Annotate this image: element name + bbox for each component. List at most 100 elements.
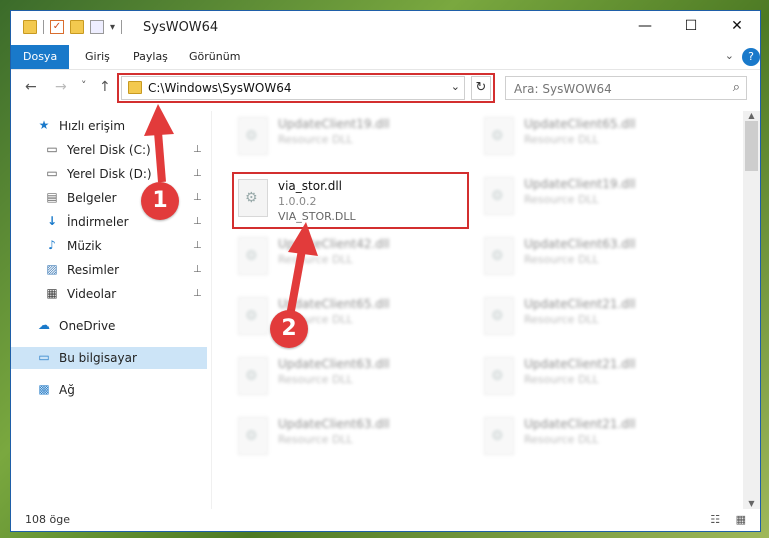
sidebar-item-onedrive[interactable]: ☁ OneDrive: [11, 315, 207, 337]
file-description: Resource DLL: [278, 373, 353, 386]
maximize-button[interactable]: ☐: [668, 11, 714, 41]
sidebar-item-label: Yerel Disk (D:): [67, 167, 152, 181]
minimize-button[interactable]: —: [622, 11, 668, 41]
ribbon: Dosya Giriş Paylaş Görünüm ⌄ ?: [11, 45, 760, 70]
forward-button[interactable]: →: [55, 79, 67, 95]
file-tile[interactable]: UpdateClient21.dll Resource DLL: [478, 411, 708, 461]
sidebar-item-this-pc[interactable]: ▭ Bu bilgisayar: [11, 347, 207, 369]
callout-badge-1: 1: [141, 182, 179, 220]
file-tile[interactable]: UpdateClient63.dll Resource DLL: [232, 411, 462, 461]
file-name: UpdateClient63.dll: [278, 357, 390, 371]
toolbar-separator: [43, 20, 44, 34]
tab-giris[interactable]: Giriş: [73, 45, 122, 69]
tab-paylas[interactable]: Paylaş: [121, 45, 180, 69]
sidebar-item-disk-c[interactable]: ▭ Yerel Disk (C:) ⊥: [11, 139, 207, 161]
pin-icon: ⊥: [193, 192, 202, 203]
dll-file-icon: [484, 117, 514, 155]
scrollbar-thumb[interactable]: [745, 121, 758, 171]
recent-locations-button[interactable]: ˅: [81, 79, 87, 92]
pin-icon: ⊥: [193, 264, 202, 275]
file-description: Resource DLL: [524, 133, 599, 146]
callout-badge-2: 2: [270, 310, 308, 348]
sidebar-item-label: Hızlı erişim: [59, 119, 126, 133]
sidebar-item-label: OneDrive: [59, 319, 116, 333]
file-name: UpdateClient21.dll: [524, 357, 636, 371]
dll-file-icon: [484, 177, 514, 215]
back-button[interactable]: ←: [25, 79, 37, 95]
dll-file-icon: [238, 237, 268, 275]
title-bar: ✓ ▾ SysWOW64 — ☐ ✕: [11, 11, 760, 45]
cloud-icon: ☁: [38, 318, 50, 332]
properties-icon[interactable]: ✓: [50, 20, 64, 34]
file-description: Resource DLL: [524, 313, 599, 326]
pin-icon: ⊥: [193, 288, 202, 299]
file-name: UpdateClient63.dll: [524, 237, 636, 251]
dll-file-icon: [238, 357, 268, 395]
selected-file-highlight-box: [232, 172, 469, 229]
sidebar-item-disk-d[interactable]: ▭ Yerel Disk (D:) ⊥: [11, 163, 207, 185]
item-count: 108 öge: [25, 513, 70, 526]
sidebar-item-pictures[interactable]: ▨ Resimler ⊥: [11, 259, 207, 281]
help-icon[interactable]: ?: [742, 48, 760, 66]
video-icon: ▦: [46, 286, 58, 300]
window-title: SysWOW64: [143, 20, 219, 35]
file-tile[interactable]: UpdateClient19.dll Resource DLL: [478, 171, 708, 221]
status-bar: 108 öge ☷ ▦: [11, 509, 760, 531]
navigation-bar: ← → ˅ ↑ C:\Windows\SysWOW64 ⌄ ↻ ⌕: [11, 71, 760, 105]
search-input[interactable]: [512, 78, 726, 100]
vertical-scrollbar[interactable]: ▲ ▼: [743, 111, 760, 509]
pin-icon: ⊥: [193, 216, 202, 227]
pin-icon: ⊥: [193, 168, 202, 179]
close-button[interactable]: ✕: [714, 11, 760, 41]
dll-file-icon: [238, 417, 268, 455]
file-tile[interactable]: UpdateClient65.dll Resource DLL: [478, 111, 708, 161]
file-tile[interactable]: UpdateClient65.dll Resource DLL: [232, 291, 462, 341]
search-box[interactable]: ⌕: [505, 76, 747, 100]
scroll-down-icon[interactable]: ▼: [743, 499, 760, 509]
view-toggle-icons[interactable]: ☷ ▦: [710, 513, 752, 526]
scroll-up-icon[interactable]: ▲: [743, 111, 760, 121]
tab-gorunum[interactable]: Görünüm: [177, 45, 252, 69]
sidebar-item-label: Bu bilgisayar: [59, 351, 137, 365]
drive-icon: ▭: [46, 166, 58, 180]
file-description: Resource DLL: [278, 253, 353, 266]
qat-dropdown-icon[interactable]: ▾: [110, 22, 115, 33]
file-description: Resource DLL: [278, 433, 353, 446]
dll-file-icon: [484, 357, 514, 395]
dll-file-icon: [238, 297, 268, 335]
star-icon: ★: [38, 118, 50, 132]
sidebar-item-videos[interactable]: ▦ Videolar ⊥: [11, 283, 207, 305]
sidebar-item-label: Ağ: [59, 383, 75, 397]
expand-ribbon-icon[interactable]: ⌄: [725, 49, 734, 62]
file-description: Resource DLL: [278, 133, 353, 146]
pictures-icon: ▨: [46, 262, 58, 276]
customize-icon[interactable]: [90, 20, 104, 34]
up-button[interactable]: ↑: [99, 79, 111, 95]
sidebar-item-network[interactable]: ▩ Ağ: [11, 379, 207, 401]
file-tile[interactable]: UpdateClient19.dll Resource DLL: [232, 111, 462, 161]
sidebar-item-music[interactable]: ♪ Müzik ⊥: [11, 235, 207, 257]
sidebar-item-quick-access[interactable]: ★ Hızlı erişim: [11, 115, 207, 137]
sidebar-item-label: Müzik: [67, 239, 102, 253]
network-icon: ▩: [38, 382, 50, 396]
sidebar-item-label: Yerel Disk (C:): [67, 143, 151, 157]
file-tile[interactable]: UpdateClient21.dll Resource DLL: [478, 351, 708, 401]
folder-icon[interactable]: [23, 20, 37, 34]
file-tile[interactable]: UpdateClient63.dll Resource DLL: [478, 231, 708, 281]
dll-file-icon: [484, 297, 514, 335]
tab-dosya[interactable]: Dosya: [11, 45, 69, 69]
file-tile[interactable]: UpdateClient42.dll Resource DLL: [232, 231, 462, 281]
sidebar-item-downloads[interactable]: ↓ İndirmeler ⊥: [11, 211, 207, 233]
computer-icon: ▭: [38, 350, 50, 364]
file-tile[interactable]: UpdateClient63.dll Resource DLL: [232, 351, 462, 401]
file-name: UpdateClient63.dll: [278, 417, 390, 431]
file-name: UpdateClient19.dll: [278, 117, 390, 131]
file-tile[interactable]: UpdateClient21.dll Resource DLL: [478, 291, 708, 341]
dll-file-icon: [238, 117, 268, 155]
pane-divider[interactable]: [211, 111, 212, 509]
search-icon: ⌕: [732, 80, 740, 95]
new-folder-icon[interactable]: [70, 20, 84, 34]
sidebar-item-label: Videolar: [67, 287, 117, 301]
refresh-button[interactable]: ↻: [471, 76, 491, 100]
sidebar-item-label: İndirmeler: [67, 215, 129, 229]
